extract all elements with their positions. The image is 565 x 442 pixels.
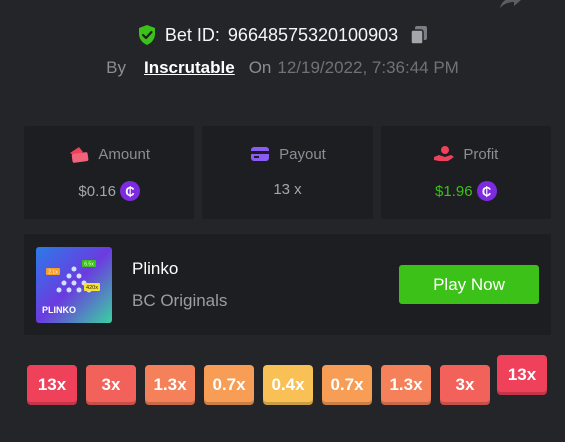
byline: By Inscrutable On 12/19/2022, 7:36:44 PM	[0, 57, 565, 79]
multiplier-bucket: 1.3x	[381, 365, 431, 405]
hand-coin-icon	[434, 146, 455, 161]
amount-card: Amount $0.16 ₵	[24, 126, 195, 219]
thumb-title: PLINKO	[42, 305, 76, 315]
by-label: By	[106, 58, 126, 77]
coin-icon: ₵	[476, 181, 497, 201]
amount-title: Amount	[98, 145, 151, 163]
multiplier-bucket: 13x	[27, 365, 77, 405]
profit-value: $1.96	[435, 182, 473, 200]
profit-title: Profit	[463, 145, 499, 163]
multiplier-bucket: 3x	[86, 365, 136, 405]
multiplier-bucket-highlighted: 13x	[497, 355, 547, 395]
verified-shield-icon	[138, 25, 155, 45]
bet-id-label: Bet ID:	[164, 24, 220, 45]
on-label: On	[248, 58, 272, 77]
copy-icon[interactable]	[410, 25, 428, 45]
game-provider: BC Originals	[132, 291, 228, 310]
username-link[interactable]: Inscrutable	[144, 58, 235, 78]
share-icon[interactable]	[496, 0, 522, 10]
coin-icon: ₵	[119, 181, 140, 201]
payout-value: 13 x	[273, 181, 302, 198]
payout-card: Payout 13 x	[202, 126, 373, 219]
card-icon	[251, 147, 270, 161]
multiplier-bucket: 3x	[440, 365, 490, 405]
wallet-icon	[70, 147, 89, 163]
multiplier-bucket: 0.4x	[263, 365, 313, 405]
game-panel: 2.1x 6.5x 420x PLINKO Plinko BC Original…	[24, 234, 551, 335]
profit-card: Profit $1.96 ₵	[380, 126, 551, 219]
bet-id-value: 96648575320100903	[227, 24, 399, 45]
thumb-badge: 6.5x	[84, 262, 94, 268]
game-name[interactable]: Plinko	[132, 259, 178, 279]
multiplier-bucket: 0.7x	[204, 365, 254, 405]
thumb-badge: 420x	[86, 285, 98, 291]
play-now-button[interactable]: Play Now	[399, 265, 539, 304]
bet-id-row: Bet ID: 96648575320100903	[0, 22, 565, 48]
plinko-thumbnail[interactable]: 2.1x 6.5x 420x PLINKO	[36, 247, 112, 323]
amount-value: $0.16	[78, 182, 116, 200]
thumb-badge: 2.1x	[48, 270, 58, 276]
multiplier-bucket: 0.7x	[322, 365, 372, 405]
bet-summary-cards: Amount $0.16 ₵ Payout 13 x Profit $1.96 …	[24, 126, 551, 219]
bet-timestamp: 12/19/2022, 7:36:44 PM	[277, 58, 459, 77]
multiplier-bucket: 1.3x	[145, 365, 195, 405]
payout-title: Payout	[279, 145, 326, 163]
